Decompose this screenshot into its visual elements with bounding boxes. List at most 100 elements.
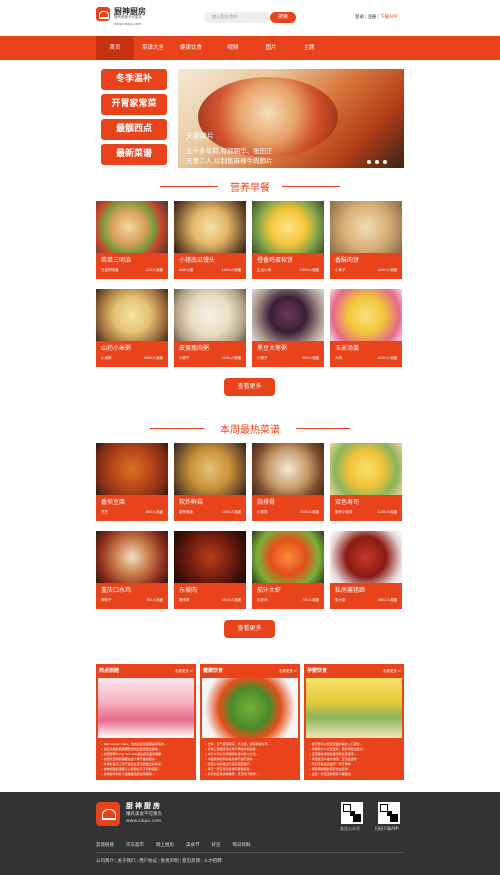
- recipe-image[interactable]: [174, 289, 246, 341]
- recipe-name[interactable]: 重庆口水鸡: [101, 585, 131, 594]
- recipe-name[interactable]: 香煎豆腐: [101, 497, 125, 506]
- recipe-name[interactable]: 简单三明治: [101, 255, 131, 264]
- footer-link[interactable]: 好豆: [212, 843, 221, 848]
- footer-link[interactable]: 人才招聘: [204, 859, 222, 864]
- recipe-card[interactable]: 香酥肉饼 小黄子 1500人收藏: [330, 201, 402, 279]
- column-articles[interactable]: • 立秋，天气变得渐凉，外出游，蔬菜新鲜好吃... • 冬季三款暖身汤让你不再怕冷…: [205, 742, 297, 777]
- recipe-image[interactable]: [96, 531, 168, 583]
- register-link[interactable]: 注册: [368, 15, 377, 20]
- promo-homestyle-button[interactable]: 开胃家常菜: [101, 94, 167, 115]
- recipe-name[interactable]: 皮蛋瘦肉粥: [179, 343, 209, 352]
- column-more-link[interactable]: 查看更多 >: [383, 669, 401, 674]
- column-title[interactable]: 西点烘焙: [99, 667, 119, 674]
- recipe-card[interactable]: 小猪南瓜馒头 DSH小厨 1009人收藏: [174, 201, 246, 279]
- column-image[interactable]: [98, 678, 194, 738]
- footer-link[interactable]: 网上厨房: [156, 843, 174, 848]
- nav-item-recipes[interactable]: 菜谱大全: [134, 36, 172, 60]
- recipe-card[interactable]: 重庆口水鸡 辣味子 785人收藏: [96, 531, 168, 609]
- recipe-author: 大明: [335, 356, 342, 360]
- recipe-card[interactable]: 蒜排骨 小丽丽 3500人收藏: [252, 443, 324, 521]
- recipe-image[interactable]: [252, 531, 324, 583]
- recipe-image[interactable]: [330, 201, 402, 253]
- hero-banner[interactable]: 夫妻肺片 五十多年前,有郭朝华、张田正 夫妻二人,以制售麻辣牛肉肺片: [178, 69, 404, 168]
- recipe-image[interactable]: [174, 443, 246, 495]
- recipe-favorites: 3000人收藏: [143, 356, 163, 360]
- recipe-name[interactable]: 橙香鸡蛋软饼: [257, 255, 293, 264]
- recipe-card[interactable]: 黑豆大枣粥 小顾子 995人收藏: [252, 289, 324, 367]
- section-divider: [296, 428, 350, 429]
- recipe-name[interactable]: 玉米汤羹: [335, 343, 359, 352]
- column-more-link[interactable]: 查看更多 >: [279, 669, 297, 674]
- footer-link[interactable]: 京东超市: [126, 843, 144, 848]
- logo-icon[interactable]: [96, 7, 110, 21]
- nav-item-healthy[interactable]: 健康饮食: [172, 36, 210, 60]
- nav-item-topics[interactable]: 主题: [294, 36, 324, 60]
- recipe-card[interactable]: 橙香鸡蛋软饼 生活小事 1009人收藏: [252, 201, 324, 279]
- recipe-name[interactable]: 茄汁大虾: [257, 585, 281, 594]
- recipe-author: 辣味子: [101, 598, 112, 602]
- login-link[interactable]: 登录: [355, 15, 364, 20]
- recipe-favorites: 3500人收藏: [299, 510, 319, 514]
- search-input[interactable]: 输入菜名/食材: [204, 12, 270, 23]
- recipe-name[interactable]: 小猪南瓜馒头: [179, 255, 215, 264]
- recipe-card[interactable]: 茄汁大虾 红老师 750人收藏: [252, 531, 324, 609]
- footer-link[interactable]: 意见反馈: [182, 859, 200, 864]
- promo-newest-button[interactable]: 最新菜谱: [101, 144, 167, 165]
- recipe-image[interactable]: [252, 443, 324, 495]
- recipe-card[interactable]: 私房酱猪蹄 张大厨 3652人收藏: [330, 531, 402, 609]
- recipe-card[interactable]: 玉米汤羹 大明 4120人收藏: [330, 289, 402, 367]
- column-title[interactable]: 孕婴饮食: [307, 667, 327, 674]
- recipe-name[interactable]: 软炸鲜菇: [179, 497, 203, 506]
- recipe-image[interactable]: [96, 289, 168, 341]
- recipe-name[interactable]: 私房酱猪蹄: [335, 585, 365, 594]
- recipe-card[interactable]: 东坡肉 猪肉哥 4520人收藏: [174, 531, 246, 609]
- footer-link[interactable]: 公司简介: [96, 859, 114, 864]
- recipe-name[interactable]: 山药小米粥: [101, 343, 131, 352]
- recipe-card[interactable]: 香煎豆腐 豆豆 840人收藏: [96, 443, 168, 521]
- footer-link[interactable]: 美食节: [186, 843, 200, 848]
- recipe-card[interactable]: 软炸鲜菇 厨房美食 1250人收藏: [174, 443, 246, 521]
- column-articles[interactable]: • Red Velvet Cake。他的红丝绒蛋糕是有名的... • 最后浓缩的层…: [101, 742, 193, 777]
- recipe-image[interactable]: [174, 531, 246, 583]
- recipe-image[interactable]: [330, 289, 402, 341]
- recipe-name[interactable]: 香酥肉饼: [335, 255, 359, 264]
- recipe-image[interactable]: [252, 201, 324, 253]
- recipe-favorites: 1009人收藏: [221, 268, 241, 272]
- promo-pastry-button[interactable]: 最靓西点: [101, 119, 167, 140]
- recipe-image[interactable]: [330, 531, 402, 583]
- download-app-link[interactable]: 下载APP: [380, 15, 398, 20]
- recipe-card[interactable]: 双色寿司 厨房小码农 1250人收藏: [330, 443, 402, 521]
- column-more-link[interactable]: 查看更多 >: [175, 669, 193, 674]
- column-title[interactable]: 健康饮食: [203, 667, 223, 674]
- view-more-button[interactable]: 查看更多: [224, 378, 275, 396]
- footer-link[interactable]: 用户协议: [139, 859, 157, 864]
- carousel-dot[interactable]: [375, 160, 379, 164]
- view-more-button[interactable]: 查看更多: [224, 620, 275, 638]
- recipe-image[interactable]: [330, 443, 402, 495]
- footer-link[interactable]: 每日优鲜: [233, 843, 251, 848]
- nav-item-images[interactable]: 图片: [256, 36, 286, 60]
- recipe-card[interactable]: 山药小米粥 小米粥 3000人收藏: [96, 289, 168, 367]
- recipe-image[interactable]: [96, 443, 168, 495]
- recipe-name[interactable]: 蒜排骨: [257, 497, 275, 506]
- footer-link[interactable]: 关于我们: [118, 859, 136, 864]
- carousel-dot[interactable]: [383, 160, 387, 164]
- column-image[interactable]: [306, 678, 402, 738]
- recipe-name[interactable]: 双色寿司: [335, 497, 359, 506]
- recipe-name[interactable]: 东坡肉: [179, 585, 197, 594]
- recipe-card[interactable]: 皮蛋瘦肉粥 小顾子 2150人收藏: [174, 289, 246, 367]
- column-articles[interactable]: • 春天里可以给宝宝做的辅食入口即化... • 孕期吃什么对宝宝好，营养师给出建议…: [309, 742, 401, 777]
- promo-winter-button[interactable]: 冬季温补: [101, 69, 167, 90]
- recipe-image[interactable]: [96, 201, 168, 253]
- footer-link[interactable]: 免责声明: [161, 859, 179, 864]
- nav-item-video[interactable]: 视频: [218, 36, 248, 60]
- recipe-image[interactable]: [252, 289, 324, 341]
- search-button[interactable]: 搜索: [270, 12, 296, 23]
- footer-link[interactable]: 友情链接: [96, 843, 114, 848]
- recipe-card[interactable]: 简单三明治 甘蓝的味道 210人收藏: [96, 201, 168, 279]
- nav-item-home[interactable]: 首页: [96, 36, 134, 60]
- carousel-dot[interactable]: [367, 160, 371, 164]
- recipe-image[interactable]: [174, 201, 246, 253]
- column-image[interactable]: [202, 678, 298, 738]
- recipe-name[interactable]: 黑豆大枣粥: [257, 343, 287, 352]
